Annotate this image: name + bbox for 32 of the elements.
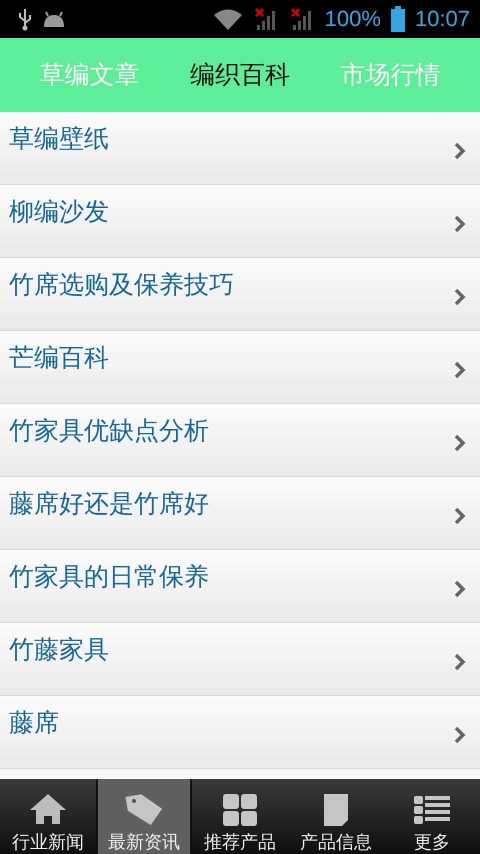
- chevron-right-icon: [454, 580, 466, 598]
- wifi-icon: [212, 6, 243, 31]
- nav-tab[interactable]: 产品信息: [288, 778, 384, 854]
- article-item[interactable]: 柳编沙发: [0, 184, 480, 258]
- chevron-right-icon: [454, 288, 466, 306]
- article-item[interactable]: 竹家具优缺点分析: [0, 404, 480, 477]
- article-item[interactable]: 藤席: [0, 696, 480, 769]
- article-item[interactable]: 芒编百科: [0, 330, 480, 404]
- chevron-right-icon: [454, 506, 466, 525]
- chevron-right-icon: [454, 726, 466, 744]
- nav-tab[interactable]: 推荐产品: [192, 778, 288, 854]
- chevron-right-icon: [454, 214, 466, 233]
- category-tab[interactable]: 编织百科: [180, 54, 300, 96]
- tag-icon: [124, 792, 164, 828]
- chevron-right-icon: [454, 434, 466, 452]
- battery-icon: [390, 6, 405, 32]
- nav-tab[interactable]: 行业新闻: [0, 778, 96, 854]
- clock-time: 10:07: [414, 6, 470, 32]
- usb-icon: [18, 6, 32, 31]
- nav-tab[interactable]: 更多: [384, 778, 480, 854]
- android-icon: [42, 8, 66, 29]
- chevron-right-icon: [454, 652, 466, 671]
- article-item[interactable]: 竹藤家具: [0, 622, 480, 696]
- article-item[interactable]: 竹家具的日常保养: [0, 550, 480, 623]
- chevron-right-icon: [454, 142, 466, 160]
- battery-percent: 100%: [324, 6, 381, 32]
- chevron-right-icon: [454, 360, 466, 379]
- article-item[interactable]: 草编壁纸: [0, 112, 480, 185]
- nav-tab[interactable]: 最新资讯: [96, 778, 192, 854]
- grid-icon: [220, 792, 260, 828]
- article-item[interactable]: 竹席选购及保养技巧: [0, 258, 480, 331]
- article-item[interactable]: 藤席好还是竹席好: [0, 476, 480, 550]
